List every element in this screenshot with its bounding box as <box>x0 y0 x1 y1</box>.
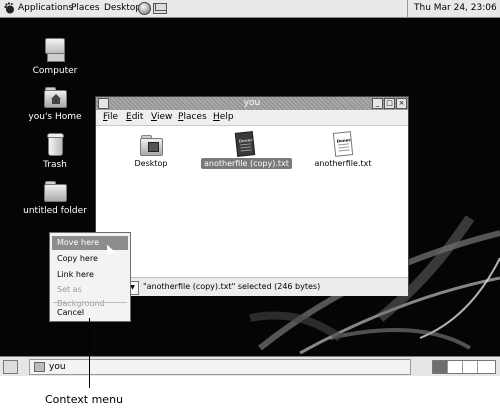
menu-item-copy-here[interactable]: Copy here <box>52 252 128 266</box>
desktop-icon-trash[interactable]: Trash <box>15 132 95 170</box>
computer-icon <box>43 38 67 62</box>
home-folder-icon <box>43 84 67 108</box>
workspace-1[interactable] <box>433 361 448 373</box>
folder-icon <box>43 178 67 202</box>
menu-item-set-as-background: Set as Background <box>57 285 105 308</box>
bottom-panel: you <box>0 356 500 376</box>
window-menu-button[interactable] <box>98 98 109 109</box>
minimize-icon[interactable]: _ <box>372 98 383 109</box>
file-item-anotherfile[interactable]: Donec anotherfile.txt <box>310 131 376 169</box>
file-label: anotherfile (copy).txt <box>201 158 292 169</box>
web-browser-icon[interactable] <box>138 2 151 15</box>
menu-view[interactable]: View <box>151 112 172 122</box>
workspace-2[interactable] <box>448 361 463 373</box>
menu-help[interactable]: Help <box>213 112 234 122</box>
context-menu: Move here Copy here Link here Set as Bac… <box>49 232 131 322</box>
close-icon[interactable]: × <box>396 98 407 109</box>
menu-item-cancel[interactable]: Cancel <box>52 306 128 320</box>
desktop-icon-computer[interactable]: Computer <box>15 38 95 76</box>
folder-icon <box>139 132 163 156</box>
top-panel: Applications Places Desktop Thu Mar 24, … <box>0 0 500 18</box>
desktop-icon-untitled-folder[interactable]: untitled folder <box>15 178 95 216</box>
window-titlebar[interactable]: you _ □ × <box>96 97 408 110</box>
window-title: you <box>243 98 261 108</box>
desktop-icon-label: untitled folder <box>23 206 87 216</box>
taskbar-label: you <box>49 362 66 372</box>
desktop-icon-home[interactable]: you's Home <box>15 84 95 122</box>
taskbar-button-you[interactable]: you <box>29 359 411 375</box>
file-item-anotherfile-copy[interactable]: Donec anotherfile (copy).txt <box>201 131 292 169</box>
desktop-icon-label: you's Home <box>28 112 82 122</box>
status-bar: ▼ "anotherfile (copy).txt" selected (246… <box>96 277 408 296</box>
status-text: "anotherfile (copy).txt" selected (246 b… <box>143 282 321 291</box>
menu-places[interactable]: Places <box>178 112 207 122</box>
text-file-icon: Donec <box>332 131 354 157</box>
menu-separator <box>53 302 127 303</box>
callout-line <box>89 318 90 388</box>
applications-menu[interactable]: Applications <box>18 3 73 13</box>
show-desktop-icon[interactable] <box>3 360 18 374</box>
menu-item-move-here[interactable]: Move here <box>52 236 128 250</box>
file-view[interactable]: Desktop Donec anotherfile (copy).txt Don… <box>96 126 408 276</box>
menu-item-link-here[interactable]: Link here <box>52 268 128 282</box>
file-label: anotherfile.txt <box>314 159 372 168</box>
gnome-foot-icon[interactable] <box>3 2 15 14</box>
workspace-switcher[interactable] <box>432 360 496 374</box>
clock[interactable]: Thu Mar 24, 23:06 <box>407 0 500 17</box>
menu-file[interactable]: File <box>103 112 118 122</box>
desktop-menu[interactable]: Desktop <box>104 3 141 13</box>
workspace-3[interactable] <box>463 361 478 373</box>
callout-label: Context menu <box>45 393 124 406</box>
desktop-icon-label: Trash <box>43 160 67 170</box>
maximize-icon[interactable]: □ <box>384 98 395 109</box>
file-item-desktop[interactable]: Desktop <box>126 132 176 169</box>
desktop-icon-label: Computer <box>32 66 78 76</box>
trash-icon <box>43 132 67 156</box>
workspace-4[interactable] <box>478 361 493 373</box>
mail-icon[interactable] <box>153 3 167 14</box>
window-menubar: File Edit View Places Help <box>96 110 408 126</box>
text-file-icon: Donec <box>234 131 256 157</box>
window-icon <box>34 361 45 372</box>
file-manager-window[interactable]: you _ □ × File Edit View Places Help Des… <box>95 96 409 296</box>
menu-edit[interactable]: Edit <box>126 112 143 122</box>
file-label: Desktop <box>134 159 168 168</box>
places-menu[interactable]: Places <box>71 3 100 13</box>
